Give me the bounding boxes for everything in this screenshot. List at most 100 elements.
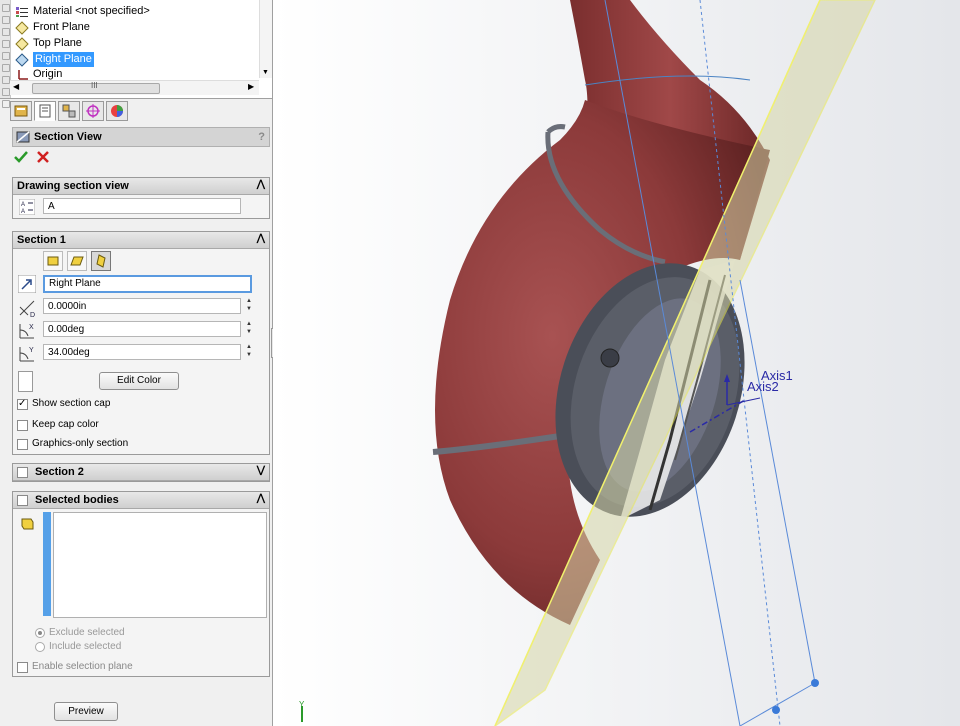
- plane-icon: [14, 52, 30, 67]
- group-header-label: Section 1: [17, 234, 66, 246]
- svg-text:X: X: [29, 324, 34, 331]
- include-selected-option[interactable]: Include selected: [35, 640, 121, 654]
- rotate-y-icon: Y: [19, 347, 34, 362]
- body-icon: [21, 518, 34, 530]
- offset-distance-icon: D: [19, 300, 35, 318]
- section-1-group: Section 1 ⋀ Right Plane D 0.0000in ▲ ▼ X …: [12, 231, 270, 455]
- show-section-cap-option[interactable]: Show section cap: [17, 397, 110, 411]
- page-title: Section View: [34, 131, 102, 143]
- feature-tree-icon: [14, 105, 28, 117]
- tree-vertical-scrollbar[interactable]: ▼: [259, 0, 272, 78]
- drawing-section-view-group: Drawing section view ⋀ AA A: [12, 177, 270, 219]
- option-label: Show section cap: [32, 398, 111, 409]
- tree-item-material[interactable]: Material <not specified>: [14, 4, 150, 19]
- option-label: Graphics-only section: [32, 438, 129, 449]
- edit-color-button[interactable]: Edit Color: [99, 372, 179, 390]
- feature-tree: Material <not specified> Front Plane Top…: [0, 0, 272, 108]
- cancel-x-icon[interactable]: [36, 150, 50, 164]
- exclude-selected-radio[interactable]: [35, 628, 45, 638]
- scroll-left-arrow-icon[interactable]: ◀: [13, 82, 19, 91]
- scroll-down-arrow-icon[interactable]: ▼: [262, 69, 269, 76]
- collapse-chevron-icon[interactable]: ⋀: [257, 233, 265, 244]
- angle-y-field[interactable]: 34.00deg: [43, 344, 241, 360]
- svg-text:A: A: [21, 209, 25, 215]
- material-icon: [14, 5, 30, 19]
- selected-bodies-checkbox[interactable]: [17, 494, 28, 506]
- section-name-field[interactable]: A: [43, 198, 241, 214]
- axis2-label: Axis2: [747, 379, 779, 394]
- tree-horizontal-scrollbar[interactable]: ◀ III ▶: [10, 80, 259, 95]
- angle-x-field[interactable]: 0.00deg: [43, 321, 241, 337]
- cap-color-swatch[interactable]: [18, 371, 33, 392]
- option-label: Include selected: [49, 641, 122, 652]
- angle-y-spinner[interactable]: ▲ ▼: [243, 343, 255, 361]
- dimxpert-tab[interactable]: [82, 101, 104, 121]
- group-header[interactable]: Selected bodies ⋀: [13, 492, 269, 509]
- keep-cap-color-option[interactable]: Keep cap color: [17, 418, 99, 432]
- triad-y-label: Y: [299, 700, 305, 709]
- option-label: Enable selection plane: [32, 661, 133, 672]
- collapse-chevron-icon[interactable]: ⋀: [257, 179, 265, 190]
- top-plane-icon: [70, 256, 84, 266]
- include-selected-radio[interactable]: [35, 642, 45, 652]
- show-section-cap-checkbox[interactable]: [17, 397, 28, 411]
- property-manager-tab[interactable]: [34, 101, 56, 121]
- color-wheel-icon: [111, 105, 123, 117]
- bodies-list-highlight: [43, 512, 51, 616]
- tree-item-label: Top Plane: [33, 37, 82, 49]
- configuration-manager-tab[interactable]: [58, 101, 80, 121]
- plane-icon: [14, 36, 30, 51]
- section-reference-field[interactable]: Right Plane: [43, 275, 252, 293]
- svg-text:D: D: [30, 312, 35, 318]
- svg-text:A: A: [21, 202, 25, 208]
- exclude-selected-option[interactable]: Exclude selected: [35, 626, 125, 640]
- option-label: Exclude selected: [49, 627, 125, 638]
- plane-front-button[interactable]: [43, 251, 63, 271]
- property-manager-icon: [39, 104, 51, 118]
- model-view[interactable]: Axis1 Axis2 Y: [273, 0, 960, 726]
- angle-x-spinner[interactable]: ▲ ▼: [243, 320, 255, 338]
- graphics-only-option[interactable]: Graphics-only section: [17, 437, 128, 451]
- selected-bodies-list[interactable]: [53, 512, 267, 618]
- preview-button[interactable]: Preview: [54, 702, 118, 721]
- offset-spinner[interactable]: ▲ ▼: [243, 297, 255, 315]
- property-panel: Material <not specified> Front Plane Top…: [0, 0, 279, 726]
- group-header[interactable]: Section 2 ⋁: [13, 464, 269, 481]
- reference-select-icon: [18, 275, 36, 293]
- collapse-chevron-icon[interactable]: ⋀: [257, 493, 265, 504]
- sketch-point[interactable]: [772, 706, 780, 714]
- manager-tabs: [10, 101, 130, 121]
- enable-selection-plane-option[interactable]: Enable selection plane: [17, 660, 133, 674]
- enable-selection-plane-checkbox[interactable]: [17, 661, 28, 673]
- group-header[interactable]: Section 1 ⋀: [13, 232, 269, 249]
- keep-cap-color-checkbox[interactable]: [17, 419, 28, 431]
- scrollbar-thumb[interactable]: III: [32, 81, 160, 94]
- help-icon[interactable]: ?: [258, 131, 265, 143]
- offset-distance-field[interactable]: 0.0000in: [43, 298, 241, 314]
- property-manager-title: Section View ?: [12, 127, 270, 147]
- sketch-point[interactable]: [811, 679, 819, 687]
- group-header-label: Selected bodies: [35, 494, 119, 506]
- svg-text:Y: Y: [29, 347, 34, 354]
- tree-item-front-plane[interactable]: Front Plane: [14, 20, 90, 35]
- tree-item-top-plane[interactable]: Top Plane: [14, 36, 82, 51]
- display-manager-tab[interactable]: [106, 101, 128, 121]
- tree-item-right-plane[interactable]: Right Plane: [14, 52, 94, 67]
- ok-check-icon[interactable]: [14, 150, 28, 164]
- scroll-right-arrow-icon[interactable]: ▶: [248, 82, 254, 91]
- graphics-only-checkbox[interactable]: [17, 438, 28, 450]
- scroll-grip: III: [91, 81, 98, 90]
- plane-icon: [14, 20, 30, 35]
- graphics-viewport[interactable]: Axis1 Axis2 Y: [273, 0, 960, 726]
- configuration-icon: [62, 104, 76, 118]
- plane-right-button[interactable]: [91, 251, 111, 271]
- disc-hole: [600, 348, 620, 368]
- plane-top-button[interactable]: [67, 251, 87, 271]
- group-header-label: Section 2: [35, 466, 84, 478]
- right-plane-icon: [96, 254, 106, 268]
- section-label-icon: AA: [19, 199, 35, 215]
- section-2-checkbox[interactable]: [17, 466, 28, 478]
- feature-manager-tab[interactable]: [10, 101, 32, 121]
- expand-chevron-icon[interactable]: ⋁: [257, 465, 265, 476]
- group-header[interactable]: Drawing section view ⋀: [13, 178, 269, 195]
